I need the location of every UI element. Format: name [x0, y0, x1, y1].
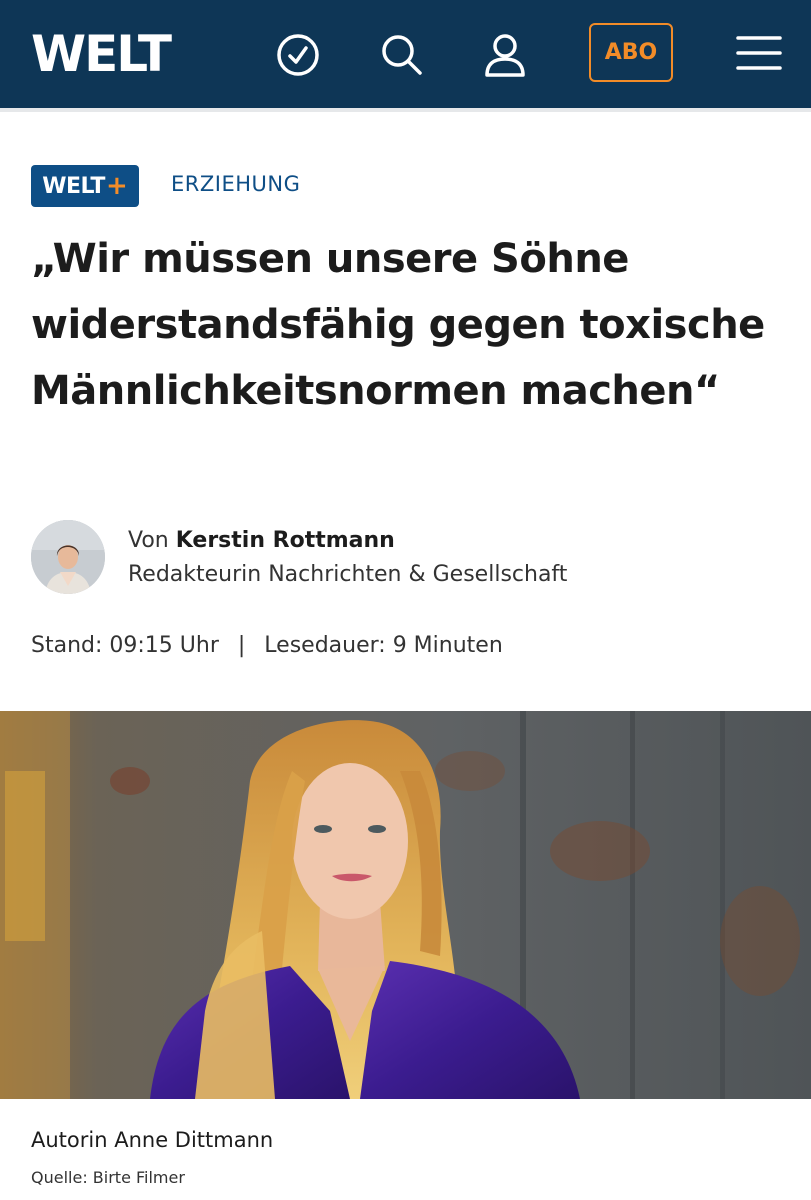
article-meta: Stand: 09:15 Uhr | Lesedauer: 9 Minuten [31, 633, 503, 658]
user-account-icon[interactable] [482, 32, 528, 78]
meta-separator: | [237, 633, 246, 658]
author-byline: Von Kerstin Rottmann [128, 528, 395, 553]
image-caption: Autorin Anne Dittmann [31, 1128, 274, 1152]
history-clock-icon[interactable] [275, 32, 321, 78]
abo-subscribe-button[interactable]: ABO [589, 23, 673, 82]
author-avatar[interactable] [31, 520, 105, 594]
author-name-link[interactable]: Kerstin Rottmann [176, 528, 395, 553]
welt-plus-badge[interactable]: WELT + [31, 165, 139, 207]
image-source: Quelle: Birte Filmer [31, 1168, 185, 1187]
welt-plus-badge-text: WELT [42, 173, 105, 199]
welt-plus-badge-plus: + [105, 171, 128, 201]
article-hero-image[interactable] [0, 711, 811, 1099]
article-headline: „Wir müssen unsere Söhne widerstandsfähi… [31, 236, 765, 414]
search-icon[interactable] [379, 32, 425, 78]
byline-prefix: Von [128, 528, 169, 553]
author-role: Redakteurin Nachrichten & Gesellschaft [128, 562, 568, 587]
welt-logo[interactable]: WELT [31, 26, 172, 82]
publish-time: Stand: 09:15 Uhr [31, 633, 219, 658]
header-divider [0, 108, 811, 112]
hamburger-menu-icon[interactable] [736, 33, 782, 73]
category-label[interactable]: ERZIEHUNG [171, 172, 300, 196]
reading-time: Lesedauer: 9 Minuten [264, 633, 503, 658]
top-navigation-bar: WELT ABO [0, 0, 811, 108]
